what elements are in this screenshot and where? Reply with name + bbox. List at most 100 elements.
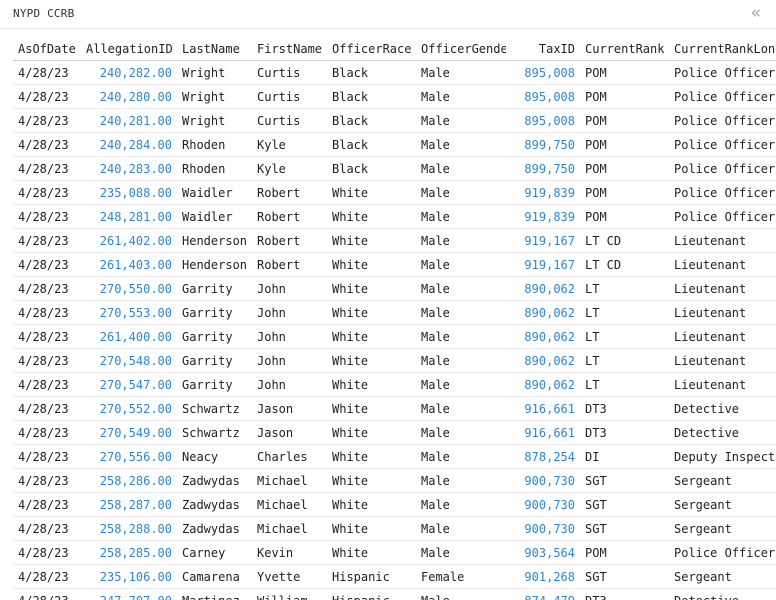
table-row[interactable]: 4/28/23 270,549.00 Schwartz Jason White Male 9… (13, 420, 776, 445)
cell-taxid: 890,062 (506, 348, 580, 373)
cell-taxid: 916,661 (506, 396, 580, 421)
cell-currentrank: SGT (580, 468, 669, 493)
cell-currentrank: DI (580, 444, 669, 469)
table-row[interactable]: 4/28/23 240,284.00 Rhoden Kyle Black Male 899,… (13, 132, 776, 157)
cell-currentranklong: Lieutenant (669, 252, 776, 277)
table-row[interactable]: 4/28/23 270,548.00 Garrity John White Male 890… (13, 348, 776, 373)
table-row[interactable]: 4/28/23 240,282.00 Wright Curtis Black Male 89… (13, 60, 776, 85)
column-header-officergender[interactable]: OfficerGender (416, 38, 506, 61)
table-row[interactable]: 4/28/23 261,403.00 Henderson Robert White Mal… (13, 252, 776, 277)
cell-asofdate: 4/28/23 (13, 300, 81, 325)
cell-currentrank: POM (580, 84, 669, 109)
report-title: NYPD CCRB (13, 7, 75, 20)
collapse-panel-icon[interactable]: « (748, 3, 764, 23)
column-header-lastname[interactable]: LastName (177, 38, 252, 61)
cell-lastname: Zadwydas (177, 516, 252, 541)
cell-currentranklong: Sergeant (669, 564, 776, 589)
cell-allegationid: 258,287.00 (81, 492, 177, 517)
table-row[interactable]: 4/28/23 270,547.00 Garrity John White Male 890… (13, 372, 776, 397)
cell-officergender: Male (416, 588, 506, 600)
cell-firstname: Michael (252, 516, 327, 541)
cell-lastname: Henderson (177, 252, 252, 277)
column-header-allegationid[interactable]: AllegationID (81, 38, 177, 61)
cell-lastname: Henderson (177, 228, 252, 253)
cell-officergender: Male (416, 132, 506, 157)
cell-currentranklong: Lieutenant (669, 276, 776, 301)
cell-asofdate: 4/28/23 (13, 444, 81, 469)
cell-allegationid: 235,106.00 (81, 564, 177, 589)
column-header-officerrace[interactable]: OfficerRace (327, 38, 416, 61)
column-header-currentranklong[interactable]: CurrentRankLong (669, 38, 776, 61)
cell-officergender: Male (416, 324, 506, 349)
table-row[interactable]: 4/28/23 270,553.00 Garrity John White Male 890… (13, 300, 776, 325)
cell-currentranklong: Lieutenant (669, 228, 776, 253)
cell-currentrank: LT CD (580, 228, 669, 253)
cell-officergender: Male (416, 108, 506, 133)
table-row[interactable]: 4/28/23 240,283.00 Rhoden Kyle Black Male 899,… (13, 156, 776, 181)
table-row[interactable]: 4/28/23 258,287.00 Zadwydas Michael White Mal… (13, 492, 776, 517)
table-row[interactable]: 4/28/23 270,556.00 Neacy Charles White Male 87… (13, 444, 776, 469)
cell-firstname: Charles (252, 444, 327, 469)
cell-lastname: Garrity (177, 324, 252, 349)
cell-allegationid: 240,280.00 (81, 84, 177, 109)
table-row[interactable]: 4/28/23247,707.00MartinezWilliamHispanic… (13, 588, 776, 600)
cell-taxid: 919,839 (506, 180, 580, 205)
cell-currentranklong: Police Officer (669, 156, 776, 181)
cell-firstname: Kevin (252, 540, 327, 565)
table-row[interactable]: 4/28/23 240,281.00 Wright Curtis Black Male 89… (13, 108, 776, 133)
cell-currentranklong: Police Officer (669, 108, 776, 133)
cell-officerrace: White (327, 300, 416, 325)
cell-allegationid: 258,288.00 (81, 516, 177, 541)
cell-firstname: Michael (252, 468, 327, 493)
cell-lastname: Schwartz (177, 420, 252, 445)
table-header-row: AsOfDate AllegationID LastName FirstName… (13, 38, 776, 61)
cell-officergender: Male (416, 516, 506, 541)
cell-officergender: Male (416, 492, 506, 517)
table-row[interactable]: 4/28/23 240,280.00 Wright Curtis Black Male 89… (13, 84, 776, 109)
cell-asofdate: 4/28/23 (13, 324, 81, 349)
cell-firstname: William (252, 588, 327, 600)
cell-taxid: 899,750 (506, 156, 580, 181)
cell-currentrank: LT (580, 300, 669, 325)
table-row[interactable]: 4/28/23 261,400.00 Garrity John White Male 890… (13, 324, 776, 349)
cell-firstname: Curtis (252, 108, 327, 133)
cell-officergender: Female (416, 564, 506, 589)
column-header-asofdate[interactable]: AsOfDate (13, 38, 81, 61)
cell-lastname: Neacy (177, 444, 252, 469)
table-row[interactable]: 4/28/23 258,286.00 Zadwydas Michael White Mal… (13, 468, 776, 493)
table-row[interactable]: 4/28/23 235,106.00 Camarena Yvette Hispanic F… (13, 564, 776, 589)
cell-currentranklong: Sergeant (669, 468, 776, 493)
table-row[interactable]: 4/28/23 258,285.00 Carney Kevin White Male 903… (13, 540, 776, 565)
table-row[interactable]: 4/28/23 270,550.00 Garrity John White Male 890… (13, 276, 776, 301)
cell-asofdate: 4/28/23 (13, 132, 81, 157)
cell-allegationid: 270,552.00 (81, 396, 177, 421)
column-header-firstname[interactable]: FirstName (252, 38, 327, 61)
cell-allegationid: 247,707.00 (81, 588, 177, 600)
table-row[interactable]: 4/28/23 235,088.00 Waidler Robert White Male 9… (13, 180, 776, 205)
table-row[interactable]: 4/28/23 258,288.00 Zadwydas Michael White Mal… (13, 516, 776, 541)
cell-firstname: John (252, 300, 327, 325)
cell-officergender: Male (416, 396, 506, 421)
cell-officergender: Male (416, 204, 506, 229)
column-header-taxid[interactable]: TaxID (506, 38, 580, 61)
cell-currentranklong: Detective (669, 588, 776, 600)
data-table-container[interactable]: AsOfDate AllegationID LastName FirstName… (13, 38, 776, 600)
table-row[interactable]: 4/28/23 261,402.00 Henderson Robert White Mal… (13, 228, 776, 253)
cell-allegationid: 270,550.00 (81, 276, 177, 301)
cell-officergender: Male (416, 420, 506, 445)
cell-lastname: Zadwydas (177, 468, 252, 493)
cell-firstname: Jason (252, 396, 327, 421)
cell-currentrank: SGT (580, 492, 669, 517)
cell-currentrank: DT3 (580, 588, 669, 600)
cell-officerrace: Black (327, 132, 416, 157)
table-row[interactable]: 4/28/23 270,552.00 Schwartz Jason White Male 9… (13, 396, 776, 421)
cell-lastname: Garrity (177, 300, 252, 325)
cell-currentrank: LT CD (580, 252, 669, 277)
cell-taxid: 890,062 (506, 276, 580, 301)
cell-firstname: Michael (252, 492, 327, 517)
cell-asofdate: 4/28/23 (13, 372, 81, 397)
cell-lastname: Wright (177, 84, 252, 109)
column-header-currentrank[interactable]: CurrentRank (580, 38, 669, 61)
cell-allegationid: 261,402.00 (81, 228, 177, 253)
table-row[interactable]: 4/28/23 248,281.00 Waidler Robert White Male 9… (13, 204, 776, 229)
